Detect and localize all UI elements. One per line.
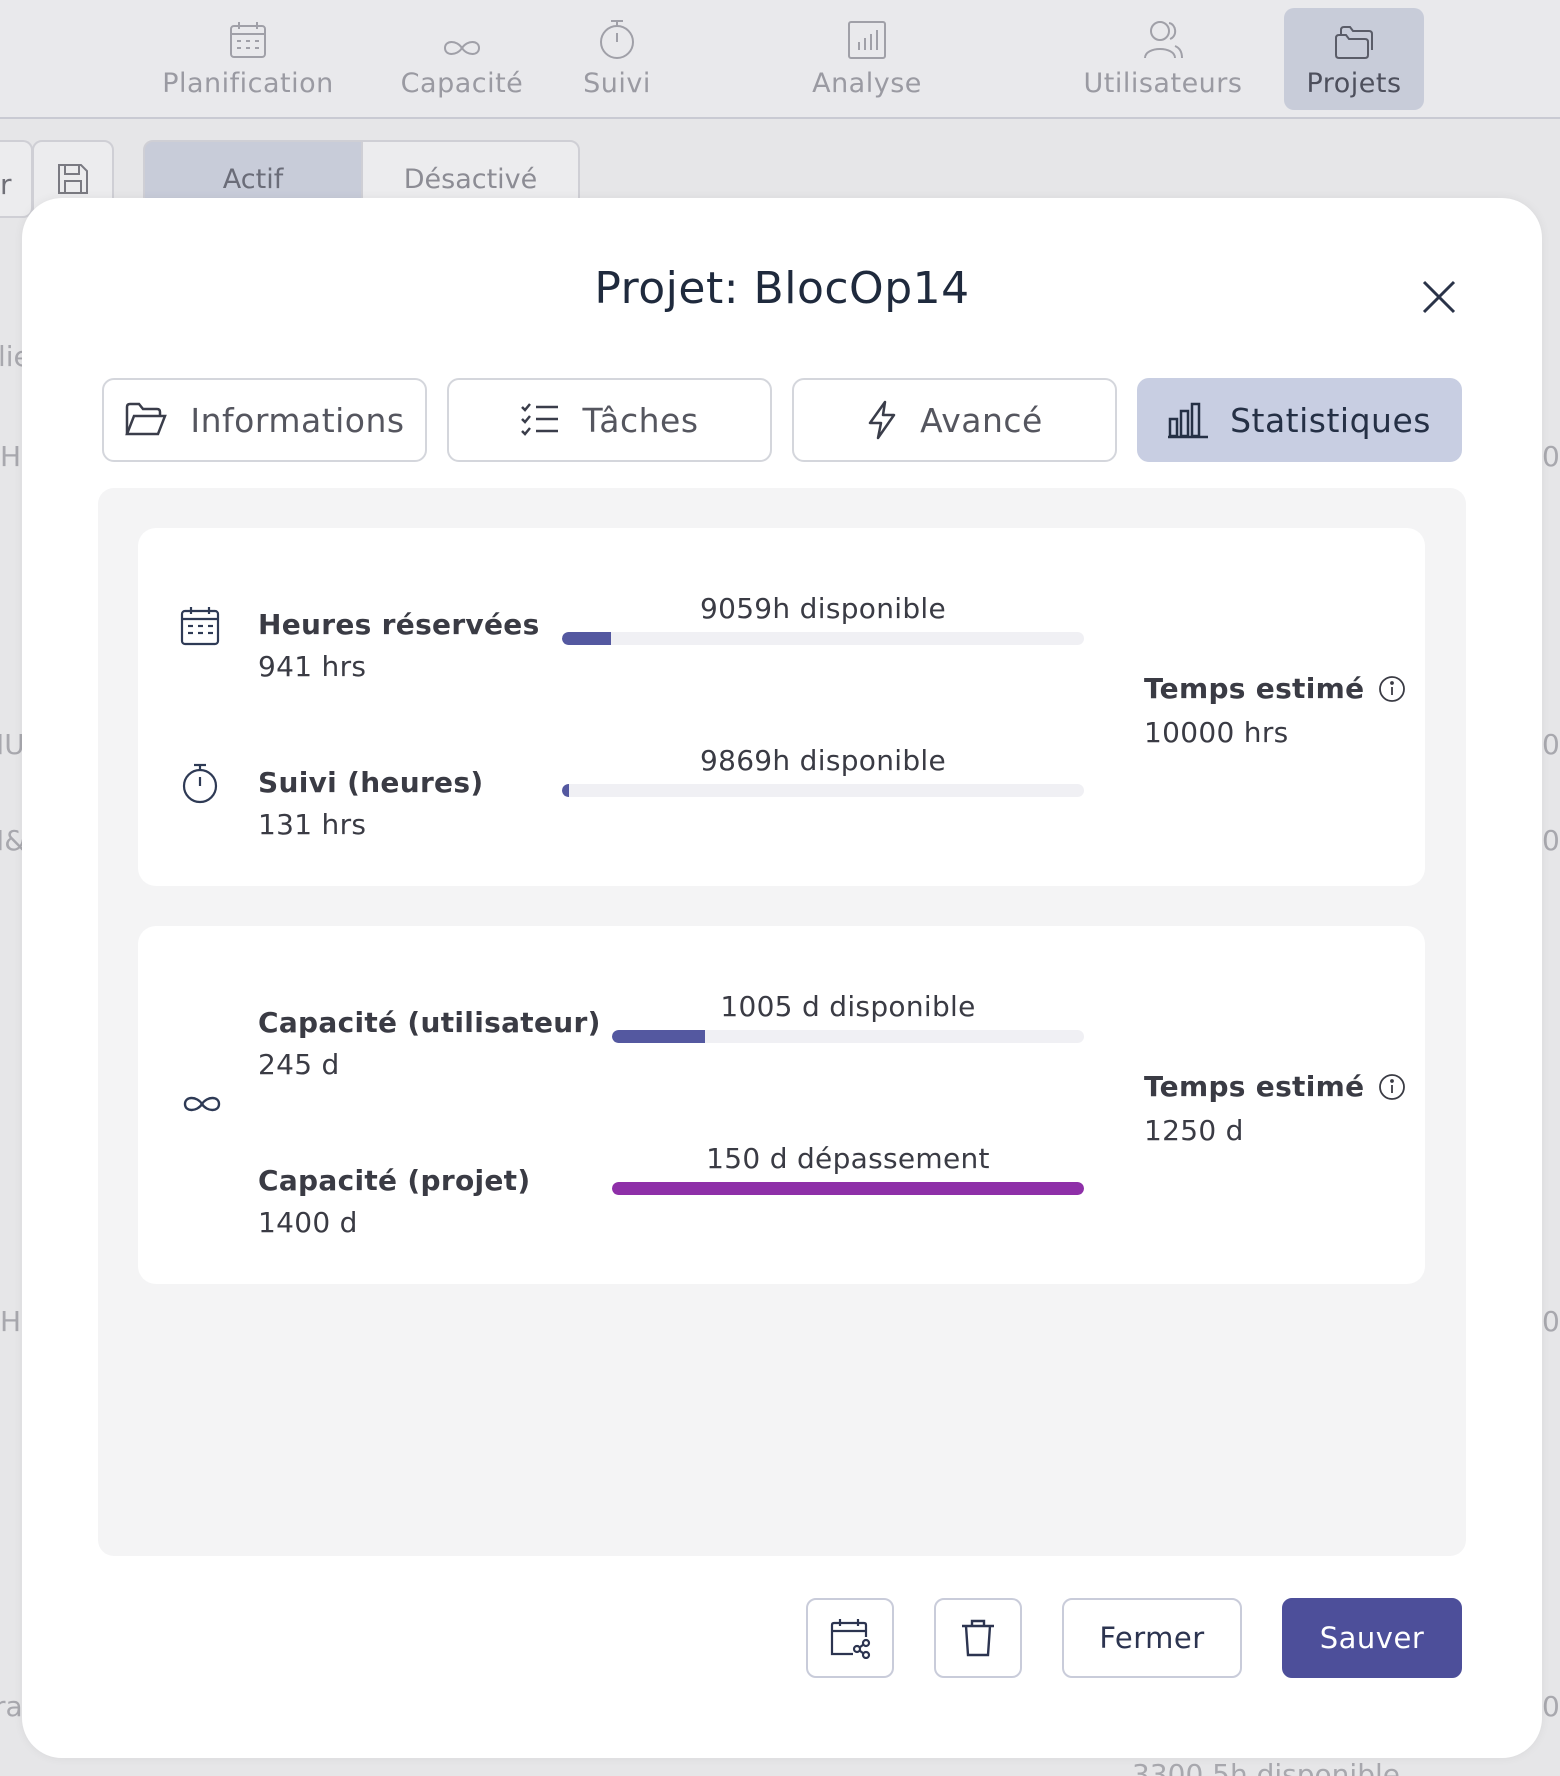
project-capacity-value: 1400 d (258, 1206, 358, 1239)
estimated-capacity-text: Temps estimé (1144, 1070, 1365, 1103)
nav-label: Planification (162, 68, 334, 99)
nav-label: Capacité (400, 68, 524, 99)
estimated-capacity-label: Temps estimé (1144, 1070, 1406, 1103)
bar-chart-icon (848, 21, 886, 59)
nav-item-analyse[interactable]: Analyse (797, 8, 937, 110)
nav-item-planification[interactable]: Planification (148, 8, 348, 110)
infinity-icon (183, 1096, 221, 1112)
tracked-hours-progress (562, 784, 1084, 797)
calendar-icon (230, 22, 266, 58)
user-capacity-caption: 1005 d disponible (720, 990, 976, 1023)
project-capacity-progress (612, 1182, 1084, 1195)
background-text: 0 (1542, 728, 1560, 761)
estimated-time-value: 10000 hrs (1144, 716, 1289, 749)
users-icon (1144, 21, 1183, 59)
nav-item-utilisateurs[interactable]: Utilisateurs (1078, 8, 1248, 110)
reserved-hours-caption: 9059h disponible (699, 592, 947, 625)
nav-item-capacite[interactable]: Capacité (392, 8, 532, 110)
tracked-hours-value: 131 hrs (258, 808, 367, 841)
hours-card: Heures réservées 941 hrs 9059h disponibl… (138, 528, 1425, 886)
statistics-panel: Heures réservées 941 hrs 9059h disponibl… (98, 488, 1466, 1556)
tab-avance[interactable]: Avancé (792, 378, 1117, 462)
checklist-icon (521, 403, 559, 436)
nav-label: Analyse (812, 68, 922, 99)
background-text: 0 (1542, 824, 1560, 857)
project-modal: Projet: BlocOp14 Informations Tâches Ava… (22, 198, 1542, 1758)
lightning-icon (868, 400, 896, 440)
close-modal-button[interactable]: Fermer (1062, 1598, 1242, 1678)
tab-label: Avancé (920, 400, 1043, 440)
nav-label: Projets (1306, 68, 1402, 99)
tab-label: Informations (190, 400, 405, 440)
estimated-capacity-value: 1250 d (1144, 1114, 1244, 1147)
tracked-hours-progress-fill (562, 784, 569, 797)
modal-tabs: Informations Tâches Avancé Statistiques (102, 378, 1465, 462)
info-icon[interactable] (1378, 675, 1406, 703)
capacity-card: Capacité (utilisateur) 245 d 1005 d disp… (138, 926, 1425, 1284)
user-capacity-progress (612, 1030, 1084, 1043)
reserved-hours-label: Heures réservées (258, 608, 540, 641)
background-text: H (0, 440, 22, 473)
folders-icon (1335, 26, 1373, 59)
reserved-hours-progress-fill (562, 632, 612, 645)
toolbar: r Actif Désactivé (0, 120, 1560, 218)
background-text: H (0, 1305, 22, 1338)
estimated-time-label: Temps estimé (1144, 672, 1406, 705)
nav-label: Suivi (583, 68, 651, 99)
project-capacity-caption: 150 d dépassement (706, 1142, 990, 1175)
save-button[interactable]: Sauver (1282, 1598, 1462, 1678)
tab-statistiques[interactable]: Statistiques (1137, 378, 1462, 462)
nav-item-suivi[interactable]: Suivi (567, 8, 667, 110)
background-text: 0 (1542, 1690, 1560, 1723)
info-icon[interactable] (1378, 1073, 1406, 1101)
nav-item-projets[interactable]: Projets (1284, 8, 1424, 110)
folder-open-icon (125, 402, 168, 436)
project-capacity-label: Capacité (projet) (258, 1164, 531, 1197)
tracked-hours-label: Suivi (heures) (258, 766, 484, 799)
user-capacity-label: Capacité (utilisateur) (258, 1006, 601, 1039)
background-text: ra (0, 1690, 23, 1723)
trash-icon (962, 1619, 994, 1657)
bar-chart-icon (1168, 402, 1209, 439)
tab-label: Statistiques (1230, 400, 1431, 440)
search-input[interactable]: r (0, 140, 33, 218)
stopwatch-icon (182, 763, 218, 804)
reserved-hours-value: 941 hrs (258, 650, 367, 683)
nav-label: Utilisateurs (1083, 68, 1243, 99)
estimated-time-text: Temps estimé (1144, 672, 1365, 705)
tracked-hours-caption: 9869h disponible (699, 744, 947, 777)
tab-informations[interactable]: Informations (102, 378, 427, 462)
tab-taches[interactable]: Tâches (447, 378, 772, 462)
share-calendar-button[interactable] (806, 1598, 894, 1678)
infinity-icon (443, 41, 481, 55)
user-capacity-progress-fill (612, 1030, 705, 1043)
close-icon (1422, 280, 1456, 314)
top-navigation: Planification Capacité Suivi Analyse Uti… (0, 0, 1560, 119)
reserved-hours-progress (562, 632, 1084, 645)
floppy-disk-icon (58, 164, 88, 194)
background-text: 0 (1542, 1305, 1560, 1338)
calendar-share-icon (830, 1619, 871, 1659)
delete-button[interactable] (934, 1598, 1022, 1678)
calendar-icon (180, 607, 220, 646)
close-button[interactable] (1416, 274, 1462, 320)
modal-title: Projet: BlocOp14 (594, 263, 970, 314)
tab-label: Tâches (582, 400, 699, 440)
background-text: 0 (1542, 440, 1560, 473)
stopwatch-icon (600, 20, 634, 59)
project-capacity-progress-fill (612, 1182, 1084, 1195)
background-text: 3300.5h disponible (1132, 1758, 1400, 1776)
user-capacity-value: 245 d (258, 1048, 340, 1081)
